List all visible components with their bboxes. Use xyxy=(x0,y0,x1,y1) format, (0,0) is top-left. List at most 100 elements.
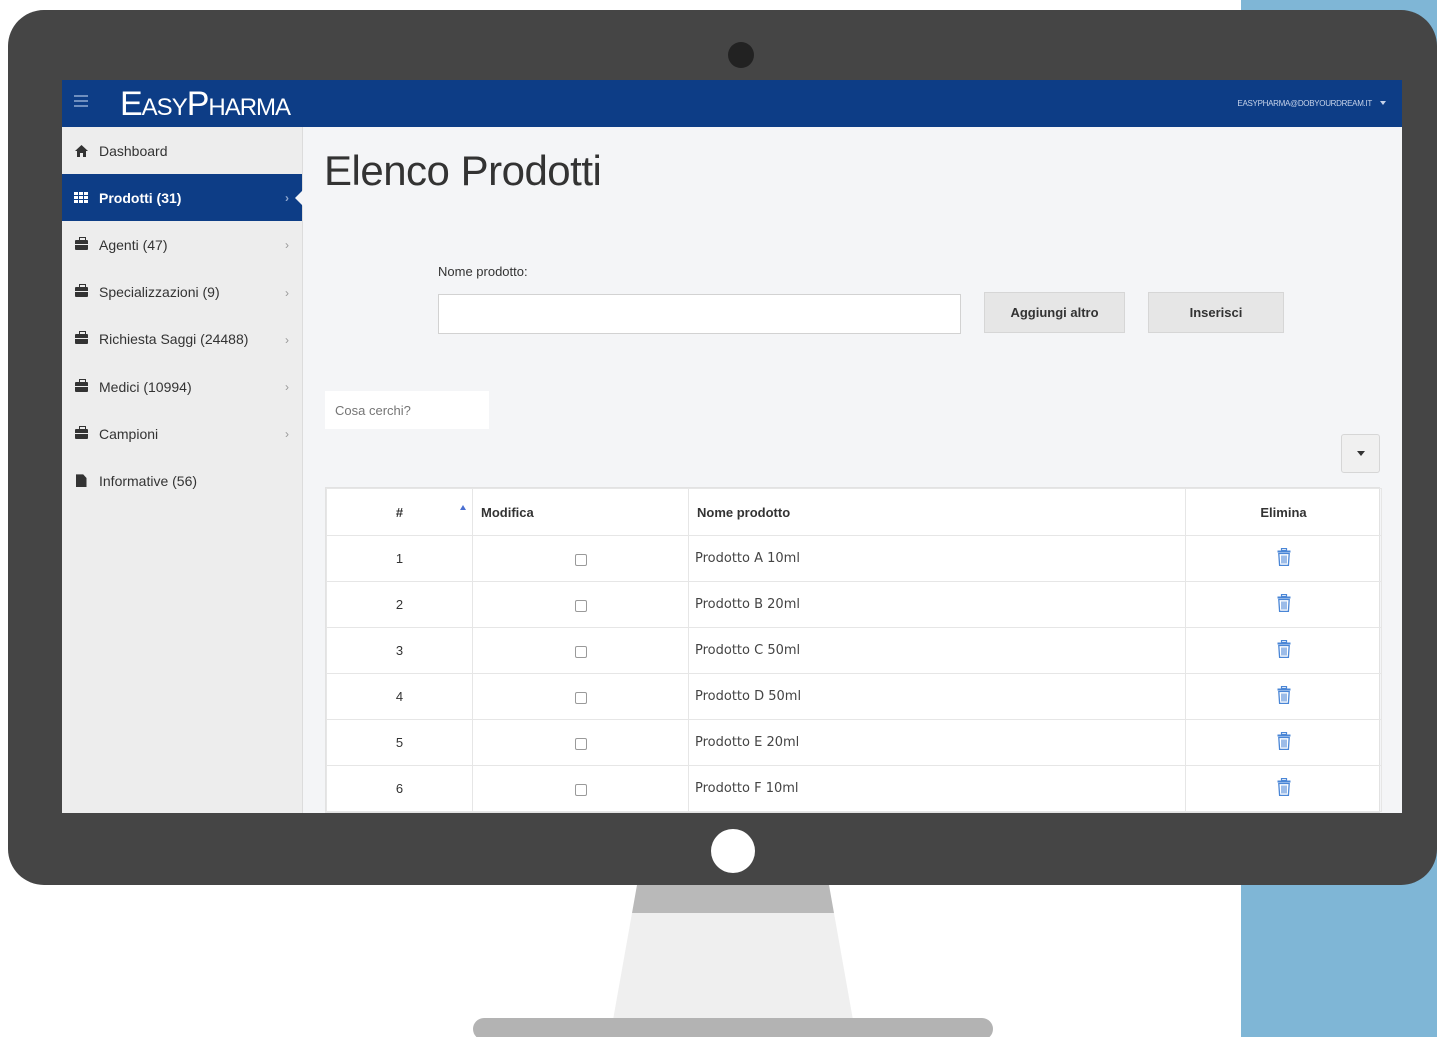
briefcase-icon xyxy=(73,425,89,441)
edit-checkbox[interactable] xyxy=(574,783,587,796)
stage: EasyPharma EASYPHARMA@DOBYOURDREAM.IT Da… xyxy=(0,0,1437,1037)
product-name-cell: Prodotto D 50ml xyxy=(688,673,1186,720)
sidebar-item-label: Richiesta Saggi (24488) xyxy=(99,331,249,348)
row-number: 2 xyxy=(326,581,473,628)
column-header-number-label: # xyxy=(395,504,404,520)
table-header-row: # Modifica Nome prodotto Elimina xyxy=(326,488,1382,536)
delete-cell xyxy=(1185,765,1382,812)
delete-cell xyxy=(1185,673,1382,720)
table-row: 4 Prodotto D 50ml xyxy=(326,673,1382,720)
main-content: Elenco Prodotti Nome prodotto: Aggiungi … xyxy=(304,127,1402,813)
monitor-base xyxy=(473,1018,993,1037)
sidebar-item-label: Informative (56) xyxy=(99,472,198,489)
briefcase-icon xyxy=(73,378,89,394)
user-menu[interactable]: EASYPHARMA@DOBYOURDREAM.IT xyxy=(1237,99,1372,108)
chevron-right-icon: › xyxy=(285,285,289,300)
trash-icon[interactable] xyxy=(1277,685,1291,707)
column-header-delete[interactable]: Elimina xyxy=(1185,488,1382,536)
edit-checkbox[interactable] xyxy=(574,645,587,658)
home-icon xyxy=(73,144,89,158)
product-name-cell: Prodotto F 10ml xyxy=(688,765,1186,812)
column-header-number[interactable]: # xyxy=(326,488,473,536)
add-more-button[interactable]: Aggiungi altro xyxy=(984,292,1125,333)
app-screen: EasyPharma EASYPHARMA@DOBYOURDREAM.IT Da… xyxy=(62,80,1402,813)
sort-ascending-icon[interactable] xyxy=(460,505,466,510)
page-title: Elenco Prodotti xyxy=(324,147,602,194)
chevron-right-icon: › xyxy=(285,191,289,206)
chevron-right-icon: › xyxy=(285,238,289,253)
sidebar-item-label: Prodotti (31) xyxy=(99,189,182,206)
sidebar-item[interactable]: Campioni › xyxy=(62,410,302,457)
sidebar-item[interactable]: Specializzazioni (9) › xyxy=(62,269,302,316)
column-header-name[interactable]: Nome prodotto xyxy=(688,488,1186,536)
edit-cell xyxy=(472,627,689,674)
hamburger-menu-icon[interactable] xyxy=(74,95,88,109)
sidebar: Dashboard Prodotti (31) › Agenti (47) › Speci… xyxy=(62,127,303,813)
product-name-label: Nome prodotto: xyxy=(438,264,528,279)
sidebar-item[interactable]: Agenti (47) › xyxy=(62,221,302,268)
row-number: 3 xyxy=(326,627,473,674)
edit-checkbox[interactable] xyxy=(574,599,587,612)
trash-icon[interactable] xyxy=(1277,547,1291,569)
caret-down-icon xyxy=(1356,451,1365,456)
table-row: 3 Prodotto C 50ml xyxy=(326,627,1382,674)
table-row: 5 Prodotto E 20ml xyxy=(326,719,1382,766)
product-name-cell: Prodotto E 20ml xyxy=(688,719,1186,766)
sidebar-item[interactable]: Informative (56) xyxy=(62,457,302,504)
delete-cell xyxy=(1185,535,1382,582)
column-header-edit[interactable]: Modifica xyxy=(472,488,689,536)
table-row: 1 Prodotto A 10ml xyxy=(326,535,1382,582)
sidebar-item-label: Dashboard xyxy=(99,142,168,159)
edit-cell xyxy=(472,581,689,628)
row-number: 1 xyxy=(326,535,473,582)
app-logo[interactable]: EasyPharma xyxy=(120,84,291,124)
row-number: 5 xyxy=(326,719,473,766)
sidebar-item[interactable]: Prodotti (31) › xyxy=(62,174,303,222)
table-row: 2 Prodotto B 20ml xyxy=(326,581,1382,628)
briefcase-icon xyxy=(73,236,89,252)
products-table: # Modifica Nome prodotto Elimina 1 Prodot… xyxy=(325,487,1382,813)
active-indicator xyxy=(295,190,303,207)
sidebar-item-label: Medici (10994) xyxy=(99,378,192,395)
power-button-icon xyxy=(711,829,755,873)
trash-icon[interactable] xyxy=(1277,639,1291,661)
columns-dropdown-button[interactable] xyxy=(1341,434,1380,473)
row-number: 4 xyxy=(326,673,473,720)
edit-checkbox[interactable] xyxy=(574,691,587,704)
edit-cell xyxy=(472,673,689,720)
edit-checkbox[interactable] xyxy=(574,737,587,750)
product-name-input[interactable] xyxy=(438,294,961,334)
product-name-cell: Prodotto B 20ml xyxy=(688,581,1186,628)
camera-dot xyxy=(728,42,754,68)
row-number: 6 xyxy=(326,765,473,812)
monitor-neck xyxy=(613,885,853,1020)
user-menu-caret-icon[interactable] xyxy=(1380,101,1386,105)
edit-cell xyxy=(472,719,689,766)
delete-cell xyxy=(1185,719,1382,766)
edit-cell xyxy=(472,765,689,812)
sidebar-item-label: Campioni xyxy=(99,425,159,442)
sidebar-item-label: Agenti (47) xyxy=(99,236,168,253)
sidebar-item[interactable]: Dashboard xyxy=(62,127,302,174)
product-name-cell: Prodotto A 10ml xyxy=(688,535,1186,582)
insert-button[interactable]: Inserisci xyxy=(1148,292,1284,333)
sidebar-item[interactable]: Medici (10994) › xyxy=(62,363,302,410)
top-navbar: EasyPharma EASYPHARMA@DOBYOURDREAM.IT xyxy=(62,80,1402,127)
table-row: 6 Prodotto F 10ml xyxy=(326,765,1382,812)
trash-icon[interactable] xyxy=(1277,731,1291,753)
trash-icon[interactable] xyxy=(1277,593,1291,615)
search-input[interactable] xyxy=(325,391,489,429)
delete-cell xyxy=(1185,581,1382,628)
chevron-right-icon: › xyxy=(285,379,289,394)
product-name-cell: Prodotto C 50ml xyxy=(688,627,1186,674)
briefcase-icon xyxy=(73,331,89,346)
edit-checkbox[interactable] xyxy=(574,553,587,566)
trash-icon[interactable] xyxy=(1277,777,1291,799)
grid-icon xyxy=(73,191,89,205)
chevron-right-icon: › xyxy=(285,332,289,347)
delete-cell xyxy=(1185,627,1382,674)
chevron-right-icon: › xyxy=(285,427,289,442)
sidebar-item[interactable]: Richiesta Saggi (24488) › xyxy=(62,316,302,363)
edit-cell xyxy=(472,535,689,582)
briefcase-icon xyxy=(73,284,89,299)
